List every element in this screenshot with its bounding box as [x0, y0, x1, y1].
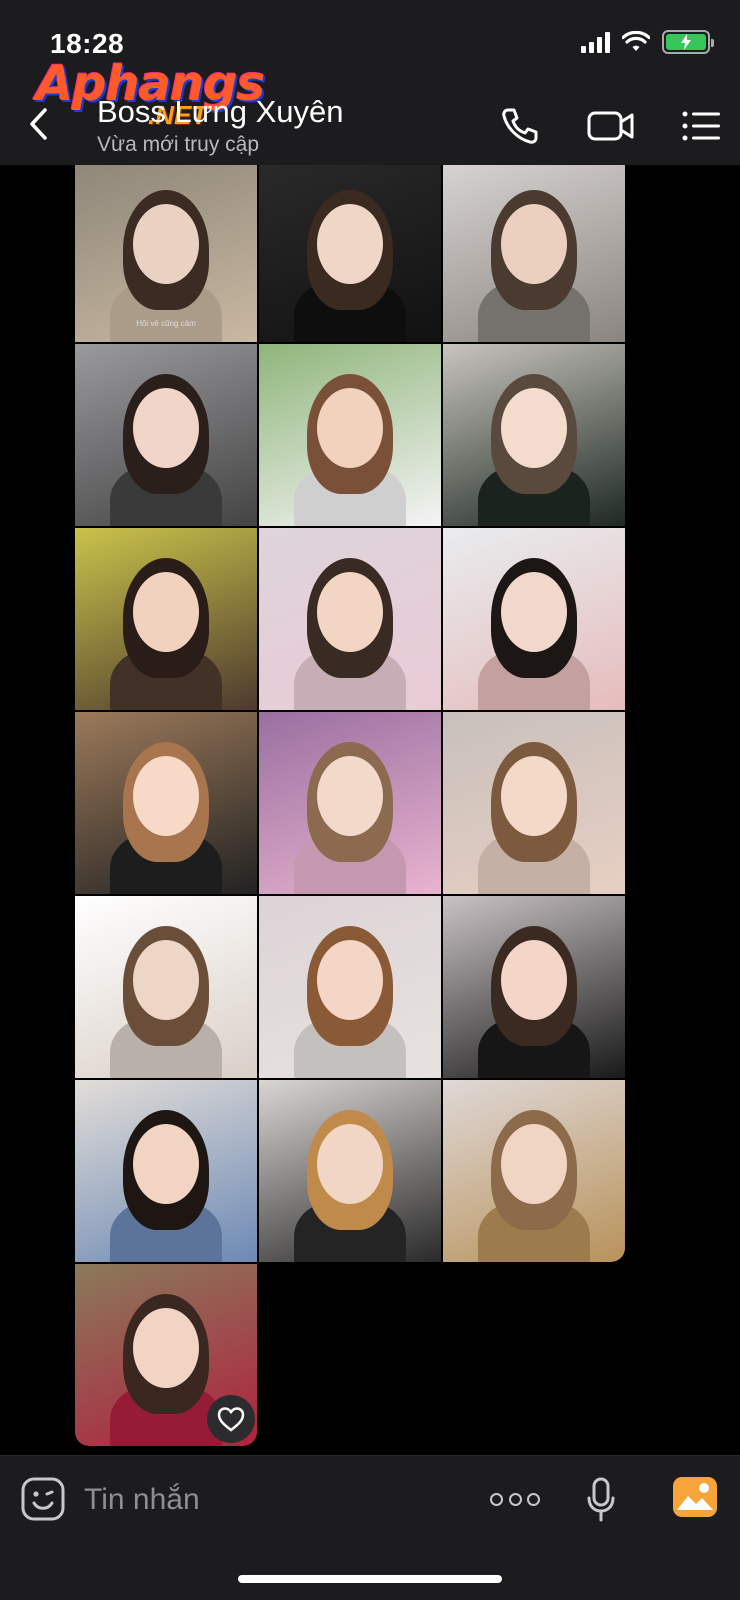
wifi-icon: [622, 31, 650, 51]
photo-thumbnail[interactable]: [443, 344, 625, 526]
photo-thumbnail[interactable]: [259, 528, 441, 710]
photo-thumbnail[interactable]: [259, 165, 441, 342]
photo-thumbnail[interactable]: [259, 712, 441, 894]
contact-status: Vừa mới truy cập: [97, 133, 260, 156]
message-input[interactable]: [84, 1478, 464, 1522]
home-indicator[interactable]: [238, 1575, 502, 1583]
microphone-icon[interactable]: [586, 1476, 616, 1524]
photo-caption: Hôi về cũng cảm: [136, 319, 196, 328]
top-bar: 18:28 Aphangs .NET Boss Lưng Xuyên Vừa m…: [0, 0, 740, 165]
photo-thumbnail[interactable]: [259, 896, 441, 1078]
photo-thumbnail[interactable]: [75, 528, 257, 710]
photo-gallery-message: Hôi về cũng cảm: [0, 165, 740, 1455]
photo-thumbnail[interactable]: [443, 165, 625, 342]
list-menu-icon[interactable]: [680, 104, 724, 148]
photo-thumbnail[interactable]: [259, 344, 441, 526]
contact-name[interactable]: Boss Lưng Xuyên: [97, 94, 344, 130]
photo-thumbnail[interactable]: [75, 344, 257, 526]
battery-icon: [662, 30, 714, 54]
photo-thumbnail[interactable]: [443, 1080, 625, 1262]
cellular-signal-icon: [581, 31, 610, 53]
photo-thumbnail[interactable]: [443, 528, 625, 710]
more-icon[interactable]: [490, 1484, 540, 1514]
status-icons: [581, 30, 714, 54]
heart-icon: [217, 1407, 245, 1432]
photo-thumbnail[interactable]: [75, 896, 257, 1078]
photo-thumbnail[interactable]: [443, 896, 625, 1078]
photo-icon[interactable]: [672, 1476, 718, 1518]
photo-thumbnail[interactable]: [75, 712, 257, 894]
photo-thumbnail[interactable]: [259, 1080, 441, 1262]
photo-thumbnail[interactable]: Hôi về cũng cảm: [75, 165, 257, 342]
phone-icon[interactable]: [498, 104, 542, 148]
photo-thumbnail[interactable]: [75, 1080, 257, 1262]
like-button[interactable]: [207, 1395, 255, 1443]
photo-thumbnail[interactable]: [443, 712, 625, 894]
chevron-left-icon[interactable]: [24, 106, 54, 142]
video-call-icon[interactable]: [586, 104, 636, 148]
emoji-icon[interactable]: [20, 1476, 66, 1522]
